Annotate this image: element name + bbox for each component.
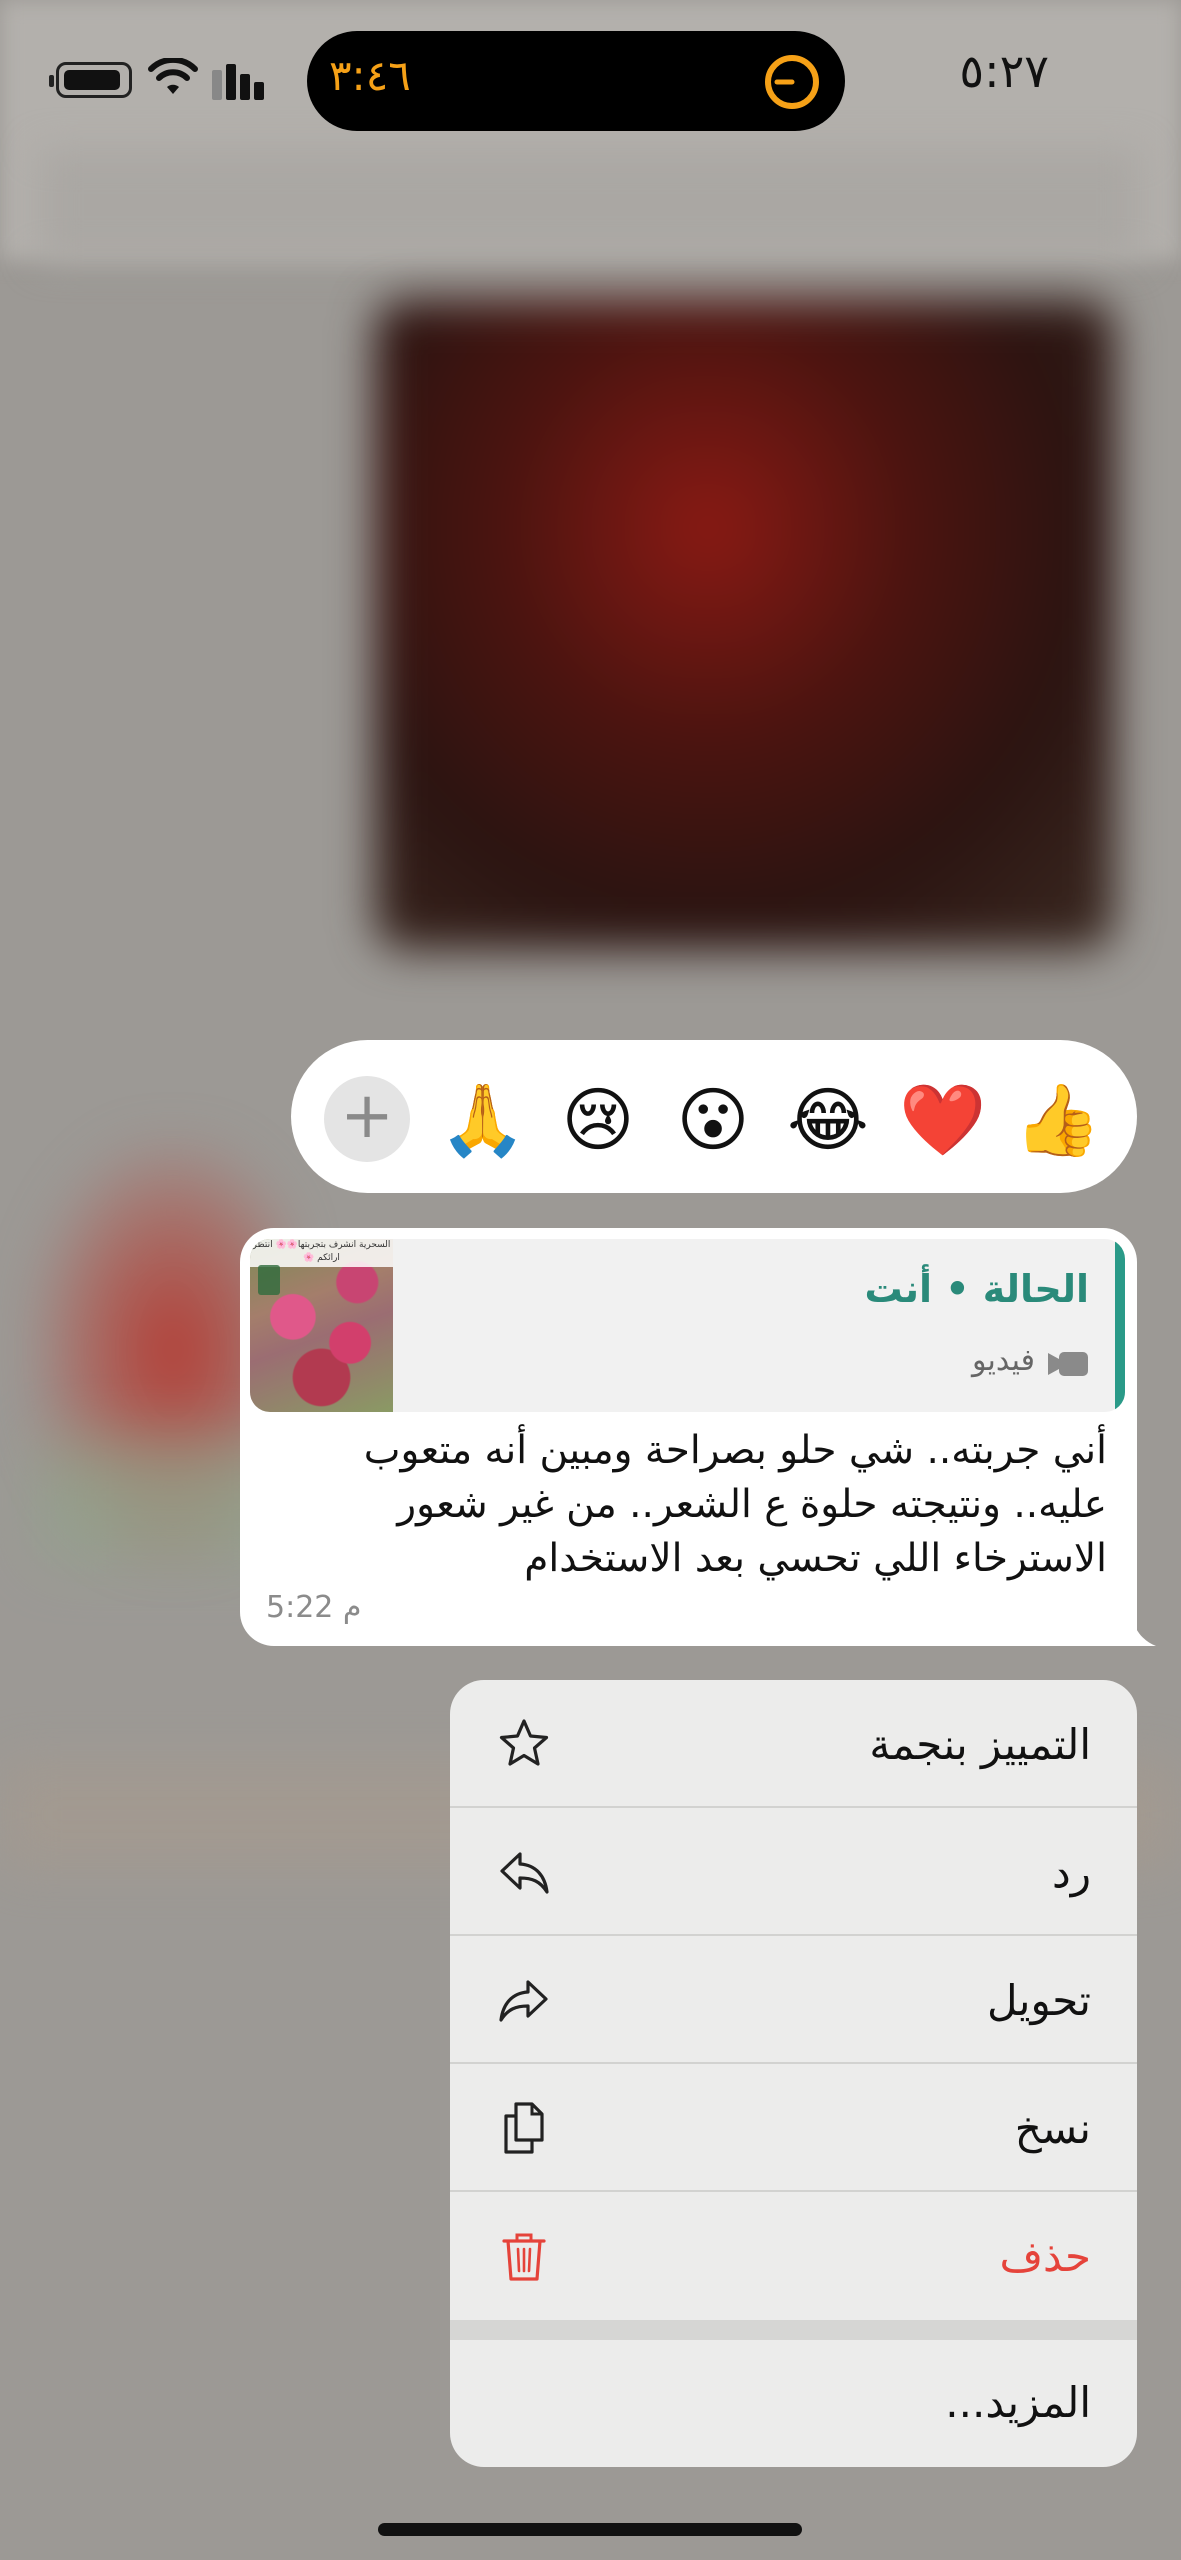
copy-icon <box>504 2102 544 2154</box>
plus-icon[interactable]: + <box>324 1076 410 1162</box>
dynamic-island-live-activity[interactable]: ٣:٤٦ <box>307 31 845 131</box>
menu-item-label: التمييز بنجمة <box>869 1720 1091 1769</box>
cellular-signal-icon <box>212 60 272 100</box>
reaction-thumbs-up[interactable]: 👍 <box>1013 1075 1103 1165</box>
reaction-wow[interactable]: 😮 <box>668 1075 758 1165</box>
timer-icon <box>765 55 819 109</box>
reaction-pray[interactable]: 🙏 <box>438 1075 528 1165</box>
quote-title: الحالة • أنت <box>864 1267 1089 1311</box>
status-bar: ٣:٤٦ ٥:٢٧ <box>0 0 1181 150</box>
message-line: عليه.. ونتيجته حلوة ع الشعر.. من غير شعو… <box>397 1482 1107 1527</box>
message-timestamp: 5:22 م <box>266 1590 362 1625</box>
status-time: ٥:٢٧ <box>959 44 1049 98</box>
blurred-chat-header <box>40 150 1140 260</box>
trash-icon <box>502 2233 546 2281</box>
home-indicator[interactable] <box>378 2523 802 2536</box>
live-activity-time: ٣:٤٦ <box>329 51 411 100</box>
menu-item-star[interactable]: التمييز بنجمة <box>450 1680 1137 1808</box>
video-camera-icon <box>1048 1352 1088 1376</box>
thumbnail-caption: السحرية انشرف بتجربتها🌸🌸 انتظر ارائكم 🌸 <box>250 1239 393 1267</box>
menu-item-delete[interactable]: حذف <box>450 2192 1137 2320</box>
reply-icon <box>500 1852 549 1894</box>
message-line: أني جربته.. شي حلو بصراحة ومبين أنه متعو… <box>363 1428 1107 1473</box>
menu-separator <box>450 2320 1137 2340</box>
menu-item-copy[interactable]: نسخ <box>450 2064 1137 2192</box>
battery-icon <box>49 62 132 98</box>
menu-item-label: تحويل <box>987 1976 1091 2025</box>
star-icon <box>499 1719 549 1766</box>
forward-icon <box>499 1980 548 2022</box>
menu-item-reply[interactable]: رد <box>450 1808 1137 1936</box>
reaction-bar: + 🙏 😢 😮 😂 ❤️ 👍 <box>291 1040 1137 1193</box>
status-thumbnail: السحرية انشرف بتجربتها🌸🌸 انتظر ارائكم 🌸 <box>250 1239 393 1412</box>
quote-type-label: فيديو <box>972 1343 1035 1378</box>
message-text: أني جربته.. شي حلو بصراحة ومبين أنه متعو… <box>307 1424 1107 1586</box>
menu-item-label: حذف <box>999 2232 1091 2281</box>
menu-item-label: المزيد... <box>945 2378 1091 2427</box>
quoted-status[interactable]: السحرية انشرف بتجربتها🌸🌸 انتظر ارائكم 🌸 … <box>250 1239 1125 1412</box>
menu-item-forward[interactable]: تحويل <box>450 1936 1137 2064</box>
menu-item-more[interactable]: المزيد... <box>450 2340 1137 2467</box>
bubble-tail <box>1120 1600 1156 1646</box>
message-context-menu: التمييز بنجمة رد تحويل نسخ حذف المزيد... <box>450 1680 1137 2467</box>
blurred-image-message <box>375 300 1115 950</box>
message-line: الاسترخاء اللي تحسي بعد الاستخدام <box>524 1536 1107 1581</box>
menu-item-label: رد <box>1052 1848 1091 1897</box>
menu-item-label: نسخ <box>1014 2104 1091 2153</box>
selected-message-bubble[interactable]: السحرية انشرف بتجربتها🌸🌸 انتظر ارائكم 🌸 … <box>240 1228 1137 1646</box>
reaction-heart[interactable]: ❤️ <box>898 1075 988 1165</box>
reaction-laugh[interactable]: 😂 <box>783 1075 873 1165</box>
quote-accent-bar <box>1115 1239 1125 1412</box>
reaction-cry[interactable]: 😢 <box>553 1075 643 1165</box>
wifi-icon <box>148 58 198 94</box>
